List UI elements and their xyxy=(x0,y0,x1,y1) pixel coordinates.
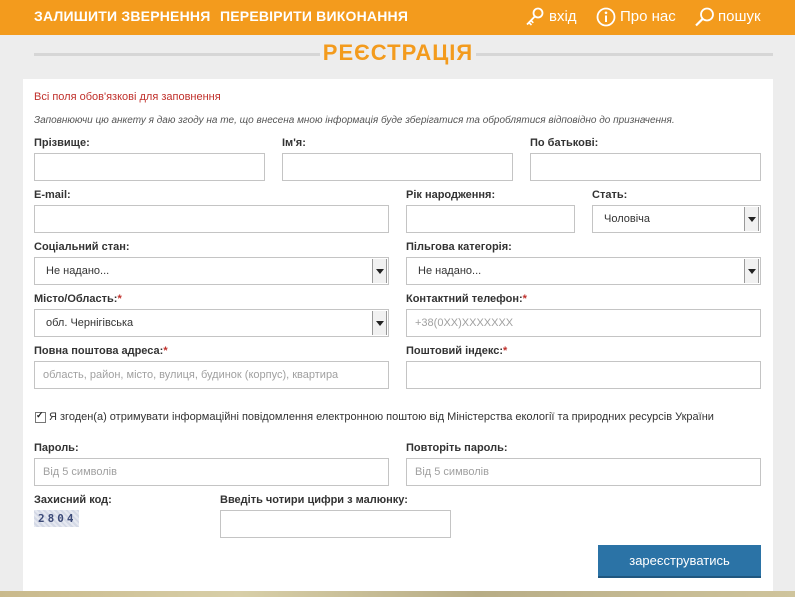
captcha-input-label: Введіть чотири цифри з малюнку: xyxy=(220,494,408,506)
email-input[interactable] xyxy=(34,205,389,233)
captcha-image: 2804 xyxy=(34,510,79,527)
required-mark: * xyxy=(522,293,527,305)
newsletter-consent-label: Я згоден(а) отримувати інформаційні пові… xyxy=(49,411,714,423)
top-navigation-bar: ЗАЛИШИТИ ЗВЕРНЕННЯ ПЕРЕВІРИТИ ВИКОНАННЯ … xyxy=(0,0,795,35)
search-icon xyxy=(695,7,714,27)
nav-submit-appeal[interactable]: ЗАЛИШИТИ ЗВЕРНЕННЯ xyxy=(34,0,210,35)
register-button[interactable]: зареєструватись xyxy=(598,545,761,578)
first-name-input[interactable] xyxy=(282,153,513,181)
search-label: пошук xyxy=(718,8,761,25)
city-region-value: обл. Чернігівська xyxy=(46,317,134,329)
postal-address-input[interactable] xyxy=(34,361,389,389)
social-status-select[interactable]: Не надано... xyxy=(34,257,389,285)
footer-decoration xyxy=(0,591,795,597)
nav-check-execution[interactable]: ПЕРЕВІРИТИ ВИКОНАННЯ xyxy=(220,0,408,35)
benefit-category-value: Не надано... xyxy=(418,265,482,277)
required-mark: * xyxy=(163,345,168,357)
birth-year-input[interactable] xyxy=(406,205,575,233)
required-fields-note: Всі поля обов'язкові для заповнення xyxy=(34,91,221,103)
city-region-label: Місто/Область:* xyxy=(34,293,122,305)
password-repeat-label: Повторіть пароль: xyxy=(406,442,508,454)
key-icon xyxy=(526,7,544,26)
chevron-down-icon xyxy=(744,207,759,231)
phone-input[interactable] xyxy=(406,309,761,337)
login-label: вхід xyxy=(549,8,577,25)
gender-label: Стать: xyxy=(592,189,628,201)
required-mark: * xyxy=(503,345,508,357)
chevron-down-icon xyxy=(372,311,387,335)
consent-note: Заповнюючи цю анкету я даю згоду на те, … xyxy=(34,115,675,126)
info-icon xyxy=(596,7,616,27)
postal-address-label: Повна поштова адреса:* xyxy=(34,345,168,357)
search-link[interactable]: пошук xyxy=(694,0,766,35)
first-name-label: Ім'я: xyxy=(282,137,306,149)
surname-label: Прізвище: xyxy=(34,137,90,149)
password-repeat-input[interactable] xyxy=(406,458,761,486)
required-mark: * xyxy=(117,293,122,305)
title-divider-left xyxy=(34,53,320,56)
title-divider-right xyxy=(476,53,773,56)
password-label: Пароль: xyxy=(34,442,79,454)
about-link[interactable]: Про нас xyxy=(596,0,678,35)
patronymic-input[interactable] xyxy=(530,153,761,181)
social-status-value: Не надано... xyxy=(46,265,110,277)
page-title: РЕЄСТРАЦІЯ xyxy=(322,38,474,68)
newsletter-consent-checkbox[interactable] xyxy=(35,410,46,423)
email-label: E-mail: xyxy=(34,189,71,201)
login-link[interactable]: вхід xyxy=(525,0,580,35)
postal-code-label: Поштовий індекс:* xyxy=(406,345,508,357)
gender-select[interactable]: Чоловіча xyxy=(592,205,761,233)
benefit-category-label: Пільгова категорія: xyxy=(406,241,512,253)
surname-input[interactable] xyxy=(34,153,265,181)
gender-value: Чоловіча xyxy=(604,213,651,225)
chevron-down-icon xyxy=(372,259,387,283)
social-status-label: Соціальний стан: xyxy=(34,241,130,253)
postal-code-input[interactable] xyxy=(406,361,761,389)
city-region-select[interactable]: обл. Чернігівська xyxy=(34,309,389,337)
patronymic-label: По батькові: xyxy=(530,137,599,149)
birth-year-label: Рік народження: xyxy=(406,189,496,201)
about-label: Про нас xyxy=(620,8,676,25)
password-input[interactable] xyxy=(34,458,389,486)
captcha-label: Захисний код: xyxy=(34,494,112,506)
benefit-category-select[interactable]: Не надано... xyxy=(406,257,761,285)
chevron-down-icon xyxy=(744,259,759,283)
captcha-input[interactable] xyxy=(220,510,451,538)
phone-label: Контактний телефон:* xyxy=(406,293,527,305)
